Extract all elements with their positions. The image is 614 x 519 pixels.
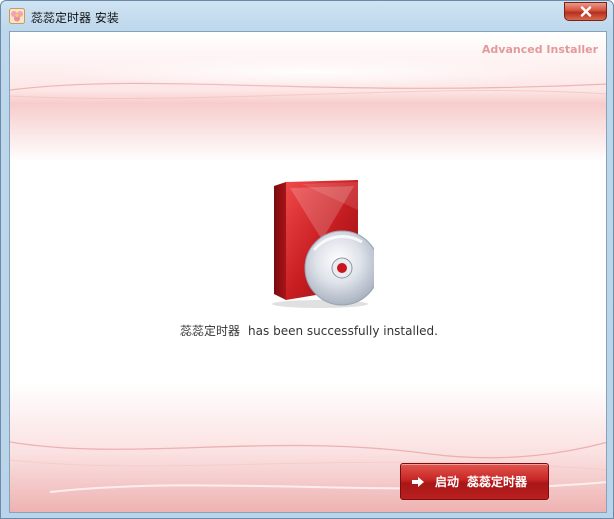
brand-label: Advanced Installer [481, 43, 598, 56]
installer-window: 蕊蕊定时器 安装 Advanced Installer 蕊蕊定时器 has be… [0, 0, 614, 519]
installer-content: Advanced Installer 蕊蕊定时器 has been succes… [9, 31, 607, 513]
title-bar[interactable]: 蕊蕊定时器 安装 [1, 1, 614, 31]
close-icon [580, 6, 591, 17]
software-box-cd-icon [272, 180, 374, 308]
arrow-right-icon [412, 476, 424, 487]
app-flower-icon [9, 8, 25, 24]
success-message: 蕊蕊定时器 has been successfully installed. [10, 322, 606, 339]
close-button[interactable] [564, 2, 607, 21]
launch-product: 蕊蕊定时器 [467, 475, 528, 489]
window-title: 蕊蕊定时器 安装 [31, 11, 119, 25]
launch-app-button[interactable]: 启动 蕊蕊定时器 [400, 463, 549, 500]
product-name: 蕊蕊定时器 [180, 324, 241, 338]
launch-verb: 启动 [435, 475, 460, 489]
status-text: has been successfully installed. [248, 324, 438, 338]
